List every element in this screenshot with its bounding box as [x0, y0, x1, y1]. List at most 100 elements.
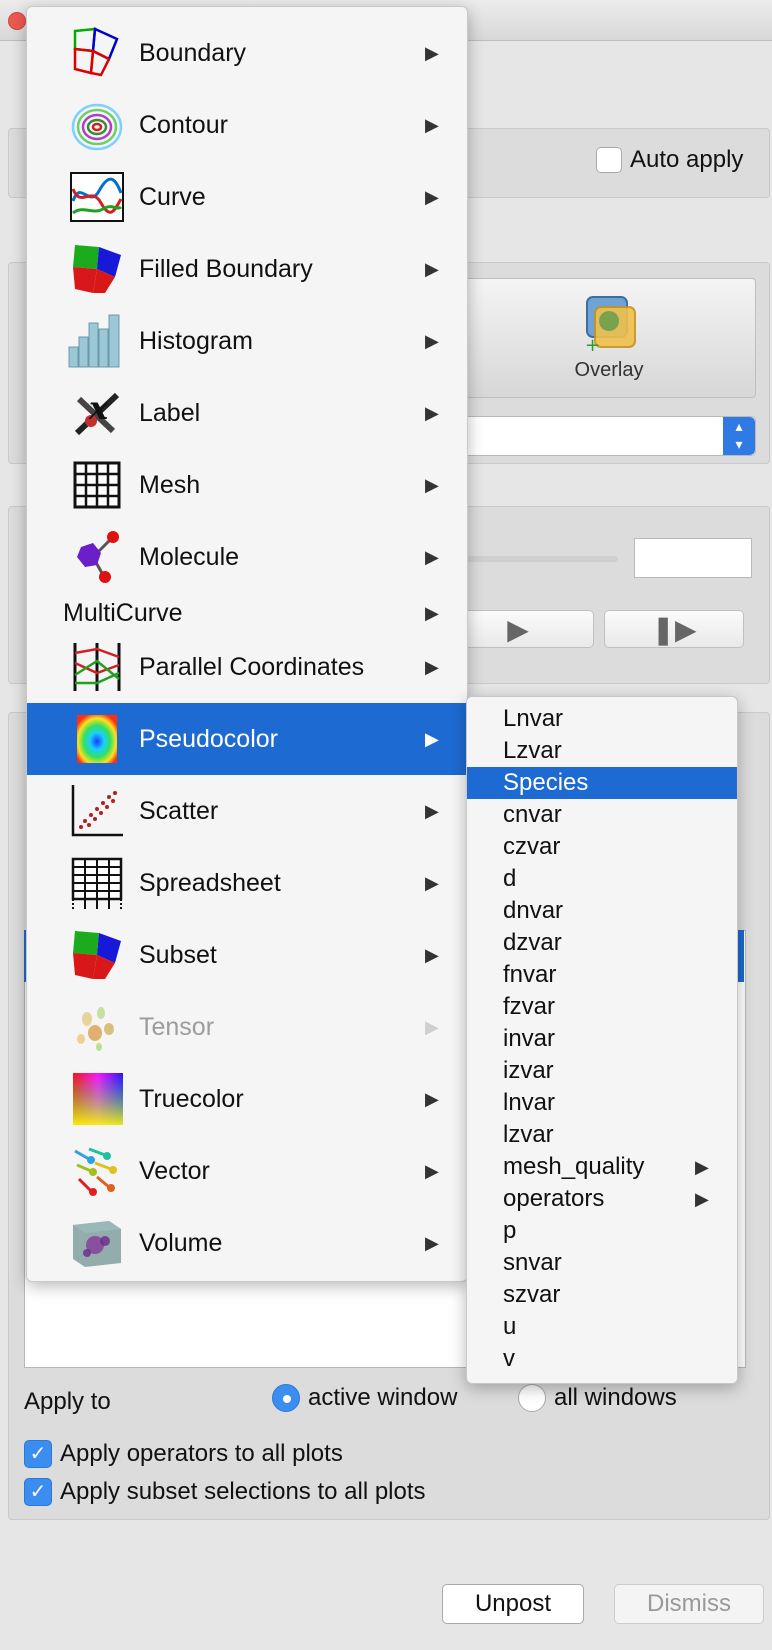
variable-label: p: [503, 1217, 517, 1244]
variable-item-snvar[interactable]: snvar: [467, 1247, 737, 1279]
apply-operators-checkbox[interactable]: ✓ Apply operators to all plots: [24, 1440, 343, 1468]
variable-item-fnvar[interactable]: fnvar: [467, 959, 737, 991]
variable-item-invar[interactable]: invar: [467, 1023, 737, 1055]
radio-all-windows-dot[interactable]: [518, 1384, 546, 1412]
step-forward-button[interactable]: ❚▶: [604, 610, 744, 648]
apply-subset-checkbox[interactable]: ✓ Apply subset selections to all plots: [24, 1478, 426, 1506]
variable-item-izvar[interactable]: izvar: [467, 1055, 737, 1087]
svg-text:+: +: [585, 335, 600, 353]
variable-item-operators[interactable]: operators ▶: [467, 1183, 737, 1215]
variable-item-mesh-quality[interactable]: mesh_quality ▶: [467, 1151, 737, 1183]
label-icon: x: [74, 389, 120, 436]
menu-item-label: Filled Boundary: [139, 254, 313, 283]
menu-item-label: Truecolor: [139, 1084, 244, 1113]
time-state-field[interactable]: [634, 538, 752, 578]
menu-item-label: Spreadsheet: [139, 868, 281, 897]
overlay-icon: +: [585, 295, 636, 353]
menu-item-label-plot[interactable]: x Label ▶: [27, 377, 467, 449]
curve-icon: [70, 172, 124, 222]
overlay-button[interactable]: + Overlay: [466, 278, 752, 396]
submenu-arrow-icon: ▶: [425, 42, 439, 63]
menu-item-pseudocolor[interactable]: Pseudocolor ▶: [27, 703, 467, 775]
submenu-arrow-icon: ▶: [425, 1232, 439, 1253]
menu-item-tensor: Tensor ▶: [27, 991, 467, 1063]
radio-active-window-dot[interactable]: [272, 1384, 300, 1412]
menu-item-label: Parallel Coordinates: [139, 652, 365, 681]
auto-apply-checkbox[interactable]: Auto apply: [596, 146, 743, 174]
variable-item-szvar[interactable]: szvar: [467, 1279, 737, 1311]
variable-item-dzvar[interactable]: dzvar: [467, 927, 737, 959]
variable-item-lnvar[interactable]: lnvar: [467, 1087, 737, 1119]
time-slider[interactable]: [448, 556, 618, 562]
variable-item-u[interactable]: u: [467, 1311, 737, 1343]
apply-operators-label: Apply operators to all plots: [60, 1440, 343, 1467]
plot-type-menu: Boundary ▶ Contour ▶ Curve ▶ Filled Boun…: [26, 6, 468, 1282]
menu-item-boundary[interactable]: Boundary ▶: [27, 17, 467, 89]
menu-item-label: Volume: [139, 1228, 223, 1257]
subset-icon: [73, 931, 121, 979]
variable-item-lzvar[interactable]: lzvar: [467, 1119, 737, 1151]
submenu-arrow-icon: ▶: [425, 258, 439, 279]
variable-item-lnvar-upper[interactable]: Lnvar: [467, 703, 737, 735]
menu-item-scatter[interactable]: Scatter ▶: [27, 775, 467, 847]
dismiss-button[interactable]: Dismiss: [614, 1584, 764, 1624]
menu-item-parallel-coordinates[interactable]: Parallel Coordinates ▶: [27, 631, 467, 703]
variable-label: d: [503, 865, 517, 892]
variable-label: Lzvar: [503, 737, 562, 764]
menu-item-truecolor[interactable]: Truecolor ▶: [27, 1063, 467, 1135]
radio-all-windows-label: all windows: [554, 1384, 677, 1411]
menu-item-subset[interactable]: Subset ▶: [27, 919, 467, 991]
variable-submenu: Lnvar Lzvar Species cnvar czvar d dnvar …: [466, 696, 738, 1384]
histogram-icon: [68, 314, 120, 368]
auto-apply-box[interactable]: [596, 147, 622, 173]
menu-item-vector[interactable]: Vector ▶: [27, 1135, 467, 1207]
variable-label: mesh_quality: [503, 1153, 645, 1180]
menu-item-molecule[interactable]: Molecule ▶: [27, 521, 467, 593]
variable-item-fzvar[interactable]: fzvar: [467, 991, 737, 1023]
submenu-arrow-icon: ▶: [425, 1160, 439, 1181]
truecolor-icon: [73, 1073, 123, 1125]
radio-active-window[interactable]: active window: [272, 1384, 457, 1412]
unpost-button[interactable]: Unpost: [442, 1584, 584, 1624]
checkmark-icon[interactable]: ✓: [24, 1440, 52, 1468]
menu-item-label: Curve: [139, 182, 206, 211]
volume-icon: [73, 1221, 121, 1267]
variable-label: szvar: [503, 1281, 561, 1308]
variable-label: u: [503, 1313, 517, 1340]
menu-item-spreadsheet[interactable]: Spreadsheet ▶: [27, 847, 467, 919]
menu-item-volume[interactable]: Volume ▶: [27, 1207, 467, 1279]
checkmark-icon[interactable]: ✓: [24, 1478, 52, 1506]
menu-item-contour[interactable]: Contour ▶: [27, 89, 467, 161]
variable-item-dnvar[interactable]: dnvar: [467, 895, 737, 927]
variable-label: snvar: [503, 1249, 562, 1276]
menu-item-mesh[interactable]: Mesh ▶: [27, 449, 467, 521]
variable-item-czvar[interactable]: czvar: [467, 831, 737, 863]
variable-item-species[interactable]: Species: [467, 767, 737, 799]
menu-item-label: Boundary: [139, 38, 247, 67]
variable-item-v[interactable]: v: [467, 1343, 737, 1375]
variable-label: Lnvar: [503, 705, 564, 732]
submenu-arrow-icon: ▶: [695, 1157, 709, 1177]
menu-item-label: MultiCurve: [63, 598, 183, 627]
menu-item-curve[interactable]: Curve ▶: [27, 161, 467, 233]
active-source-select[interactable]: ▴ ▾: [440, 416, 756, 456]
menu-item-filled-boundary[interactable]: Filled Boundary ▶: [27, 233, 467, 305]
close-window-button[interactable]: [8, 12, 26, 30]
menu-item-label: Label: [139, 398, 201, 427]
menu-item-label: Tensor: [139, 1012, 215, 1041]
menu-item-histogram[interactable]: Histogram ▶: [27, 305, 467, 377]
variable-item-lzvar-upper[interactable]: Lzvar: [467, 735, 737, 767]
menu-item-multicurve[interactable]: MultiCurve ▶: [27, 593, 467, 633]
variable-label: v: [503, 1345, 515, 1372]
variable-label: lnvar: [503, 1089, 556, 1116]
radio-all-windows[interactable]: all windows: [518, 1384, 677, 1412]
variable-item-p[interactable]: p: [467, 1215, 737, 1247]
menu-item-label: Vector: [139, 1156, 210, 1185]
variable-item-cnvar[interactable]: cnvar: [467, 799, 737, 831]
menu-item-label: Molecule: [139, 542, 240, 571]
auto-apply-label: Auto apply: [630, 146, 744, 173]
variable-label: lzvar: [503, 1121, 554, 1148]
submenu-arrow-icon: ▶: [425, 656, 439, 677]
variable-item-d[interactable]: d: [467, 863, 737, 895]
menu-item-label: Mesh: [139, 470, 201, 499]
